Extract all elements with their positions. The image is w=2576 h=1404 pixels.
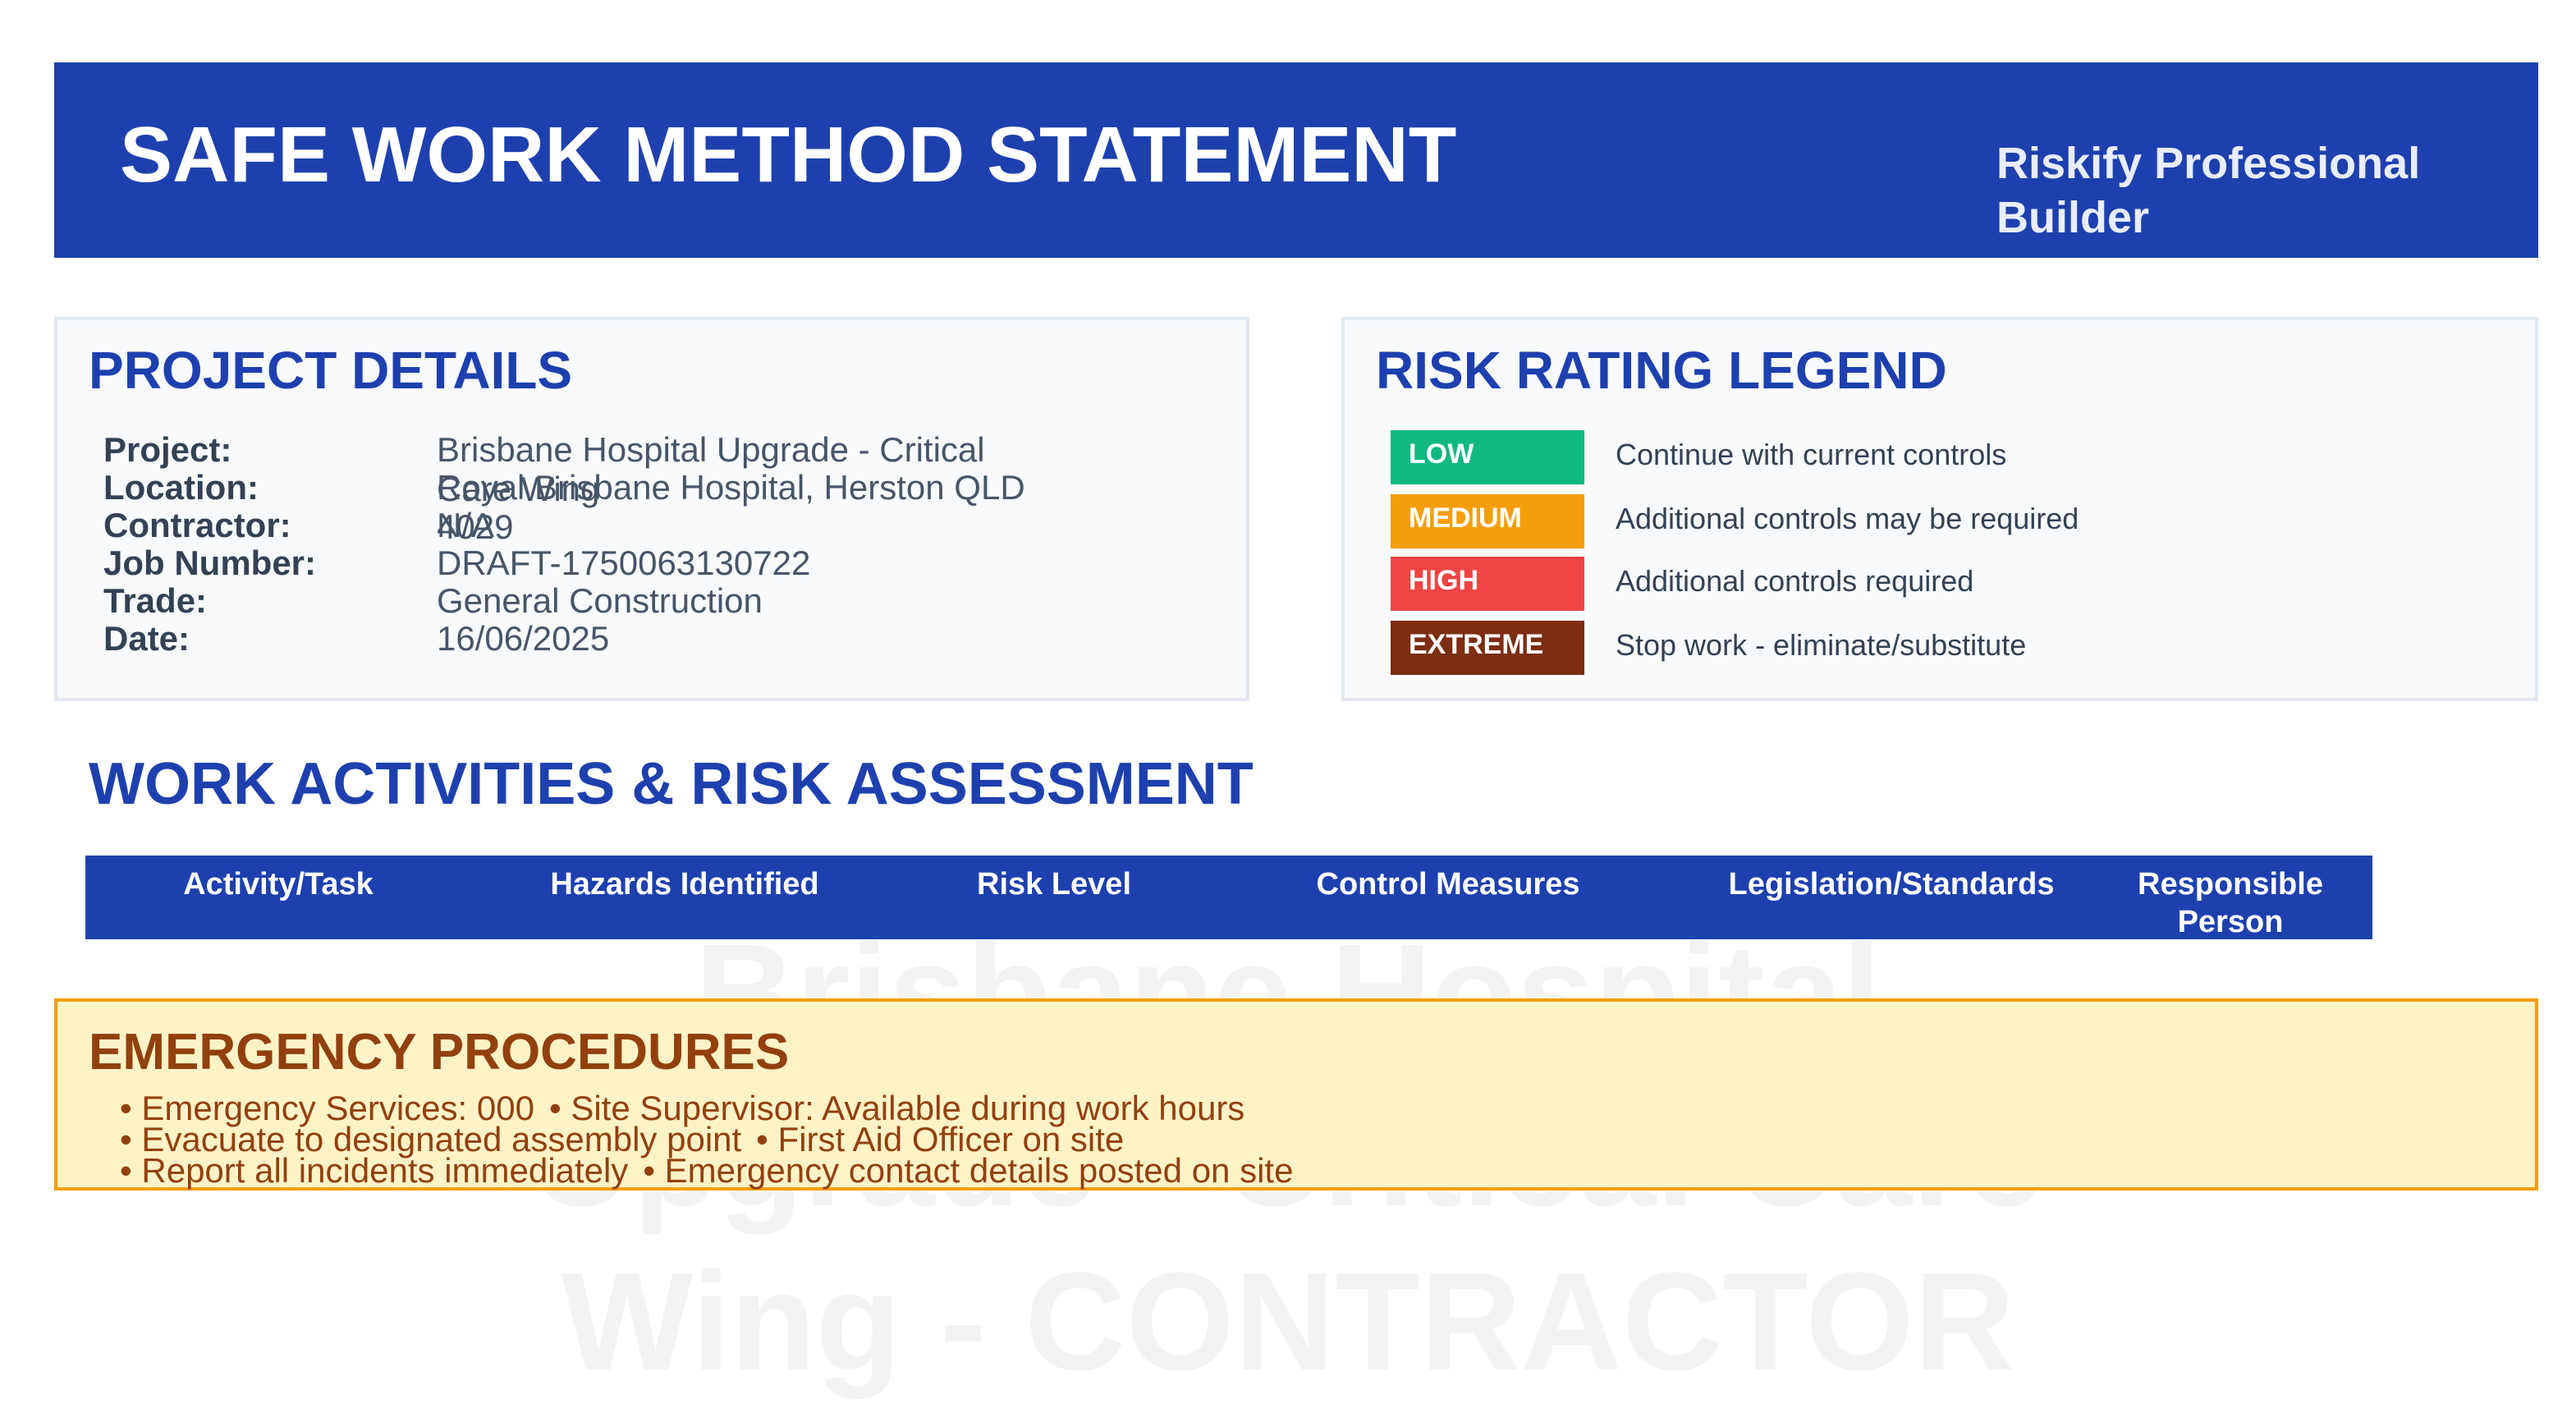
detail-label: Contractor: bbox=[103, 506, 291, 544]
emergency-heading: EMERGENCY PROCEDURES bbox=[89, 1024, 790, 1081]
detail-value: N/A bbox=[437, 506, 495, 544]
detail-label: Project: bbox=[103, 430, 232, 469]
detail-label: Job Number: bbox=[103, 544, 317, 582]
risk-badge-high: HIGH bbox=[1391, 557, 1584, 611]
detail-label: Date: bbox=[103, 619, 190, 658]
watermark-line: Wing - CONTRACTOR bbox=[0, 1240, 2576, 1404]
detail-value: 16/06/2025 bbox=[437, 619, 610, 658]
risk-badge-medium: MEDIUM bbox=[1391, 494, 1584, 548]
legend-description: Continue with current controls bbox=[1616, 438, 2007, 471]
project-details-heading: PROJECT DETAILS bbox=[89, 341, 573, 400]
column-header-responsible: Responsible Person bbox=[2138, 867, 2323, 939]
emergency-item: Report all incidents immediately bbox=[141, 1151, 629, 1190]
emergency-item: Emergency contact details posted on site bbox=[664, 1151, 1294, 1190]
document-title: SAFE WORK METHOD STATEMENT bbox=[120, 111, 1457, 199]
column-header-hazards: Hazards Identified bbox=[550, 867, 819, 902]
legend-description: Additional controls may be required bbox=[1616, 502, 2079, 535]
detail-label: Location: bbox=[103, 468, 259, 507]
column-header-legislation: Legislation/Standards bbox=[1728, 867, 2055, 902]
detail-value: General Construction bbox=[437, 581, 763, 620]
risk-legend-card: RISK RATING LEGEND LOW Continue with cur… bbox=[1341, 317, 2538, 701]
detail-value: DRAFT-1750063130722 bbox=[437, 544, 811, 582]
emergency-procedures-box: EMERGENCY PROCEDURES • Emergency Service… bbox=[54, 998, 2538, 1191]
column-header-controls: Control Measures bbox=[1316, 867, 1580, 902]
activities-table-header: Activity/Task Hazards Identified Risk Le… bbox=[85, 856, 2372, 939]
column-header-activity: Activity/Task bbox=[183, 867, 374, 902]
risk-badge-low: LOW bbox=[1391, 430, 1584, 484]
legend-description: Additional controls required bbox=[1616, 564, 1974, 598]
project-details-card: PROJECT DETAILS Project: Brisbane Hospit… bbox=[54, 317, 1249, 701]
legend-description: Stop work - eliminate/substitute bbox=[1616, 628, 2027, 662]
brand-name: Riskify Professional Builder bbox=[1996, 139, 2421, 242]
detail-label: Trade: bbox=[103, 581, 208, 620]
column-header-risk-level: Risk Level bbox=[977, 867, 1131, 902]
header-banner: SAFE WORK METHOD STATEMENT Riskify Profe… bbox=[54, 62, 2538, 258]
risk-badge-extreme: EXTREME bbox=[1391, 621, 1584, 675]
activities-heading: WORK ACTIVITIES & RISK ASSESSMENT bbox=[89, 751, 1254, 817]
risk-legend-heading: RISK RATING LEGEND bbox=[1376, 341, 1947, 400]
emergency-line: • Report all incidents immediately • Emer… bbox=[120, 1151, 1294, 1190]
